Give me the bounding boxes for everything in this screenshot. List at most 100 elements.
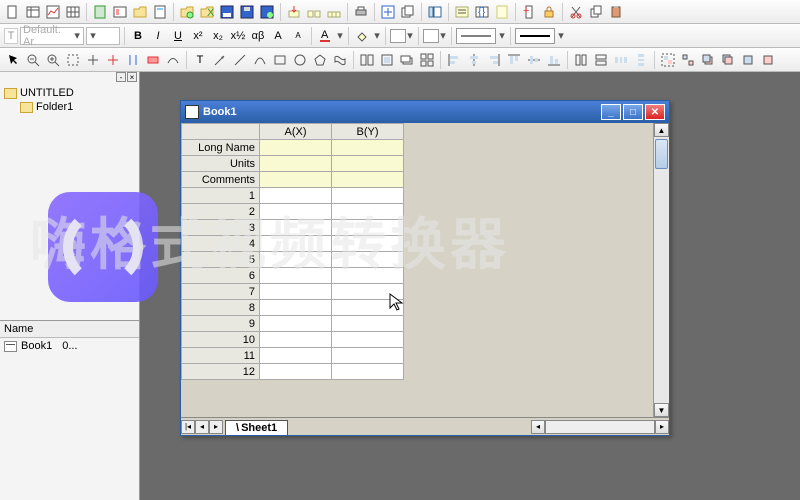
data-reader-icon[interactable] [104, 51, 122, 69]
bg-color-picker[interactable]: ▾ [423, 29, 447, 43]
paste-icon[interactable] [607, 3, 625, 21]
import-single-icon[interactable] [285, 3, 303, 21]
cell[interactable] [260, 268, 332, 284]
recalc-icon[interactable] [379, 3, 397, 21]
font-color-icon[interactable]: A [316, 27, 334, 45]
bold-icon[interactable]: B [129, 27, 147, 45]
cell[interactable] [332, 364, 404, 380]
arrange-icon[interactable] [418, 51, 436, 69]
row-header[interactable]: 9 [182, 316, 260, 332]
sheet-tab[interactable]: Sheet1 [225, 420, 288, 435]
row-header[interactable]: 3 [182, 220, 260, 236]
open-icon[interactable] [131, 3, 149, 21]
align-right-icon[interactable] [485, 51, 503, 69]
new-doc-icon[interactable] [4, 3, 22, 21]
tab-prev-icon[interactable]: ◂ [195, 420, 209, 434]
cell[interactable] [260, 220, 332, 236]
row-header[interactable]: 4 [182, 236, 260, 252]
vertical-scrollbar[interactable]: ▲ ▼ [653, 123, 669, 417]
line-color-picker[interactable]: ▾ [390, 29, 414, 43]
zoom-out-icon[interactable] [24, 51, 42, 69]
text-tool-icon[interactable]: T [191, 51, 209, 69]
region-tool-icon[interactable] [331, 51, 349, 69]
new-matrix-icon[interactable] [64, 3, 82, 21]
rescale-icon[interactable] [64, 51, 82, 69]
cell[interactable] [332, 348, 404, 364]
row-header[interactable]: 12 [182, 364, 260, 380]
font-size-select[interactable]: ▾ [86, 27, 120, 45]
send-back-icon[interactable] [719, 51, 737, 69]
panel-close-icon[interactable]: × [127, 72, 137, 82]
cell[interactable] [332, 188, 404, 204]
rect-tool-icon[interactable] [271, 51, 289, 69]
save-project-icon[interactable] [258, 3, 276, 21]
polygon-tool-icon[interactable] [311, 51, 329, 69]
group-icon[interactable] [659, 51, 677, 69]
cell[interactable] [260, 172, 332, 188]
distribute-v-icon[interactable] [632, 51, 650, 69]
cell[interactable] [332, 156, 404, 172]
row-header[interactable]: 2 [182, 204, 260, 220]
save-template-icon[interactable] [238, 3, 256, 21]
window-titlebar[interactable]: Book1 _ □ ✕ [181, 101, 669, 123]
font-name-select[interactable]: Default: Ar▾ [20, 27, 84, 45]
cell[interactable] [332, 284, 404, 300]
lock-icon[interactable] [540, 3, 558, 21]
tab-next-icon[interactable]: ▸ [209, 420, 223, 434]
import-multi-icon[interactable] [325, 3, 343, 21]
row-header[interactable]: 10 [182, 332, 260, 348]
row-header[interactable]: Long Name [182, 140, 260, 156]
minimize-button[interactable]: _ [601, 104, 621, 120]
screen-reader-icon[interactable] [84, 51, 102, 69]
cell[interactable] [332, 220, 404, 236]
ungroup-icon[interactable] [679, 51, 697, 69]
project-root[interactable]: UNTITLED [2, 86, 137, 100]
scroll-thumb[interactable] [655, 139, 668, 169]
project-explorer-icon[interactable] [426, 3, 444, 21]
distribute-h-icon[interactable] [612, 51, 630, 69]
add-layer-icon[interactable] [398, 51, 416, 69]
cell[interactable] [260, 204, 332, 220]
cell[interactable] [332, 236, 404, 252]
list-item[interactable]: Book1 0... [0, 338, 139, 354]
zoom-in-icon[interactable] [44, 51, 62, 69]
underline-icon[interactable]: U [169, 27, 187, 45]
cell[interactable] [332, 140, 404, 156]
curve-tool-icon[interactable] [251, 51, 269, 69]
new-excel-icon[interactable] [91, 3, 109, 21]
font-color-dropdown[interactable]: ▾ [336, 29, 344, 42]
code-builder-icon[interactable]: {} [473, 3, 491, 21]
cell[interactable] [260, 316, 332, 332]
same-height-icon[interactable] [592, 51, 610, 69]
line-style-picker[interactable] [456, 28, 496, 44]
panel-pin-icon[interactable]: - [116, 72, 126, 82]
forward-icon[interactable] [739, 51, 757, 69]
row-header[interactable]: Comments [182, 172, 260, 188]
supersub-icon[interactable]: x½ [229, 27, 247, 45]
mask-icon[interactable] [144, 51, 162, 69]
cell[interactable] [332, 332, 404, 348]
horizontal-scrollbar[interactable]: ◂ ▸ [328, 420, 669, 434]
scroll-right-icon[interactable]: ▸ [655, 420, 669, 434]
pointer-icon[interactable] [4, 51, 22, 69]
save-icon[interactable] [218, 3, 236, 21]
circle-tool-icon[interactable] [291, 51, 309, 69]
subscript-icon[interactable]: x₂ [209, 27, 227, 45]
cell[interactable] [332, 300, 404, 316]
copy-icon[interactable] [587, 3, 605, 21]
line-width-picker[interactable] [515, 28, 555, 44]
decrease-font-icon[interactable]: A [289, 27, 307, 45]
arrow-tool-icon[interactable] [211, 51, 229, 69]
worksheet-grid[interactable]: A(X)B(Y) Long Name Units Comments 1 2 3 … [181, 123, 404, 380]
import-wizard-icon[interactable] [305, 3, 323, 21]
cell[interactable] [260, 236, 332, 252]
cell[interactable] [260, 140, 332, 156]
cell[interactable] [260, 300, 332, 316]
row-header[interactable]: 8 [182, 300, 260, 316]
scroll-down-icon[interactable]: ▼ [654, 403, 669, 417]
row-header[interactable]: Units [182, 156, 260, 172]
tab-first-icon[interactable]: |◂ [181, 420, 195, 434]
cell[interactable] [332, 172, 404, 188]
new-graph-icon[interactable] [44, 3, 62, 21]
cell[interactable] [332, 204, 404, 220]
